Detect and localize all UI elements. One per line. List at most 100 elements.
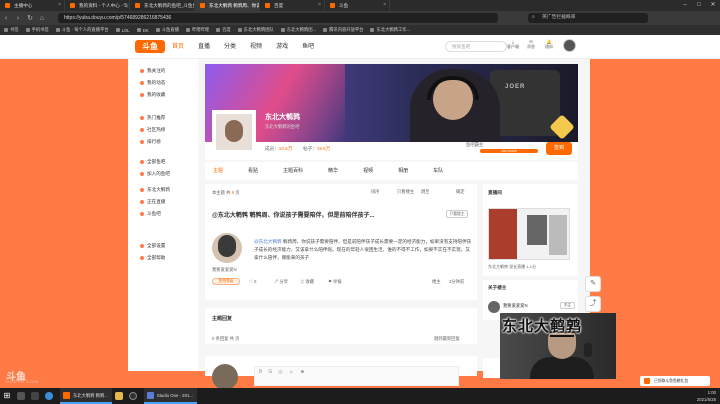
collect-button[interactable]: ☆ 收藏	[300, 279, 314, 285]
refresh-icon[interactable]: ↻	[24, 14, 36, 22]
latest-reply-link[interactable]: 跳到最新回复	[434, 336, 460, 342]
maximize-icon[interactable]: □	[692, 0, 706, 11]
browser-tab[interactable]: 斗鱼 ×	[325, 0, 390, 11]
bookmark-item[interactable]: 百度	[216, 27, 231, 33]
taskbar-app-studio[interactable]: Studio One - 201...	[143, 388, 197, 404]
live-caption[interactable]: 东北大鹌鹑 党长直播 1-1分	[488, 264, 536, 270]
editor-tool-icon[interactable]: ☻	[300, 369, 305, 375]
bookmark-item[interactable]: 手机书签	[25, 27, 49, 33]
sidebar-item[interactable]: 全部鱼吧	[140, 159, 165, 165]
follow-button[interactable]: 关注	[560, 302, 575, 309]
taskview-icon[interactable]	[28, 388, 42, 404]
sidebar-item[interactable]: 我的收藏	[140, 92, 165, 98]
close-tab-icon[interactable]: ×	[318, 0, 321, 11]
sidebar-item[interactable]: 我的动态	[140, 80, 165, 86]
back-icon[interactable]: ‹	[0, 15, 12, 22]
taskbar-app-browser[interactable]: 东北大鹌鹑 鹌鹑...	[60, 388, 112, 404]
douyu-logo[interactable]: 斗鱼	[135, 40, 165, 53]
report-button[interactable]: ⚑ 举报	[328, 279, 342, 285]
browser-tab[interactable]: 百度 ×	[260, 0, 325, 11]
sidebar-item[interactable]: 排行榜	[140, 139, 161, 145]
close-tab-icon[interactable]: ×	[58, 0, 61, 11]
editor-tool-icon[interactable]: B	[259, 369, 262, 375]
bell-icon[interactable]: 🔔 通知	[541, 39, 557, 50]
search-taskbar-icon[interactable]	[14, 388, 28, 404]
share-float-icon[interactable]: ⤴	[585, 296, 601, 312]
address-bar[interactable]: https://yuba.douyu.com/p/574689286216875…	[58, 13, 498, 23]
user-avatar[interactable]	[563, 39, 576, 52]
browser-search-input[interactable]: ⌕ 英广告拦截概率	[528, 13, 648, 23]
group-tab[interactable]: 看贴	[248, 162, 258, 180]
group-tab[interactable]: 相册	[398, 162, 408, 180]
owner-avatar[interactable]	[488, 301, 500, 313]
bookmark-item[interactable]: 斗鱼 · 每个人的直播平台	[55, 27, 109, 33]
bookmark-item[interactable]: 腾讯内容开放平台	[323, 27, 363, 33]
download-icon[interactable]: ⤓ 客户端	[505, 39, 521, 50]
windows-start-icon[interactable]: ⊞	[0, 388, 14, 404]
notification-toast[interactable]: 已领取斗鱼鱼粮礼包	[640, 376, 710, 386]
sort-option[interactable]: 排序	[371, 189, 380, 195]
like-button[interactable]: ♡ 0	[249, 279, 256, 285]
only-author-tag[interactable]: 只看楼主	[446, 210, 468, 218]
site-nav-item[interactable]: 直播	[198, 35, 210, 59]
home-icon[interactable]: ⌂	[36, 15, 48, 22]
site-nav-item[interactable]: 首页	[172, 35, 184, 59]
message-icon[interactable]: ✉ 消息	[523, 39, 539, 50]
group-tab[interactable]: 精华	[328, 162, 338, 180]
edit-icon[interactable]: ✎	[585, 276, 601, 292]
editor-tool-icon[interactable]: G	[268, 369, 272, 375]
site-nav-item[interactable]: 分类	[224, 35, 236, 59]
sidebar-item[interactable]: 正在直播	[140, 199, 165, 205]
sidebar-item[interactable]: 社区热榜	[140, 127, 165, 133]
owner-name[interactable]: 我要爱爱爱N	[503, 303, 528, 309]
bookmark-item[interactable]: 书签	[4, 27, 19, 33]
obs-icon[interactable]	[126, 388, 140, 404]
group-tab[interactable]: 视频	[363, 162, 373, 180]
close-tab-icon[interactable]: ×	[188, 0, 191, 11]
bookmark-item[interactable]: 东北大鹌鹑团队	[237, 27, 274, 33]
bookmark-item[interactable]: 斗鱼直播	[155, 27, 179, 33]
bookmark-item[interactable]: LOL	[115, 28, 130, 33]
sidebar-item[interactable]: 全部设置	[140, 243, 165, 249]
bookmark-item[interactable]: 哔哩哔哩	[185, 27, 209, 33]
jump-confirm-button[interactable]: 确定	[456, 189, 465, 195]
share-button[interactable]: ↗ 分享	[274, 279, 288, 285]
mention-link[interactable]: @东北大鹌鹑	[254, 239, 282, 244]
only-author-option[interactable]: 只看楼主	[397, 189, 414, 195]
group-tab[interactable]: 车队	[433, 162, 443, 180]
close-tab-icon[interactable]: ×	[123, 0, 126, 11]
sidebar-item[interactable]: 东北大鹌鹑	[140, 187, 170, 193]
browser-tab[interactable]: 东北大鹌鹑的鱼吧_斗鱼鱼吧×	[130, 0, 195, 11]
bookmark-item[interactable]: 东北大鹌鹑团...	[280, 27, 316, 33]
site-search-input[interactable]: 搜索鱼吧	[445, 41, 507, 52]
group-tab[interactable]: 主题百科	[283, 162, 303, 180]
site-nav-item[interactable]: 游戏	[276, 35, 288, 59]
close-tab-icon[interactable]: ×	[383, 0, 386, 11]
post-author-name[interactable]: 我要爱爱爱N	[212, 267, 237, 273]
sidebar-item[interactable]: 斗鱼吧	[140, 211, 161, 217]
forward-icon[interactable]: ›	[12, 15, 24, 22]
sign-in-button[interactable]: 签到	[546, 142, 572, 155]
chrome-icon[interactable]	[42, 388, 56, 404]
group-tab[interactable]: 主题	[213, 162, 223, 180]
browser-tab[interactable]: 东北大鹌鹑 鹌鹑周、你说孩子...×	[195, 0, 260, 11]
browser-tab[interactable]: 我的资料 - 个人中心 - 斗鱼 ×	[65, 0, 130, 11]
post-author-avatar[interactable]	[212, 233, 242, 263]
reply-input[interactable]: B G ◎ ☺ ☻	[254, 366, 459, 386]
sidebar-item[interactable]: 热门推荐	[140, 115, 165, 121]
live-thumbnail[interactable]	[488, 208, 570, 260]
sidebar-item[interactable]: 我关注的	[140, 68, 165, 74]
browser-tab[interactable]: 主播中心 ×	[0, 0, 65, 11]
bookmark-item[interactable]: 东北大鹌鹑工作...	[370, 27, 410, 33]
editor-tool-icon[interactable]: ☺	[289, 369, 294, 375]
bookmark-item[interactable]: DK	[136, 28, 149, 33]
explorer-icon[interactable]	[112, 388, 126, 404]
site-nav-item[interactable]: 视频	[250, 35, 262, 59]
sidebar-item[interactable]: 加入的鱼吧	[140, 171, 170, 177]
sidebar-item[interactable]: 全部帮助	[140, 255, 165, 261]
close-icon[interactable]: ✕	[706, 0, 720, 11]
site-nav-item[interactable]: 鱼吧	[302, 35, 314, 59]
close-tab-icon[interactable]: ×	[253, 0, 256, 11]
minimize-icon[interactable]: –	[678, 0, 692, 11]
editor-tool-icon[interactable]: ◎	[278, 369, 282, 375]
